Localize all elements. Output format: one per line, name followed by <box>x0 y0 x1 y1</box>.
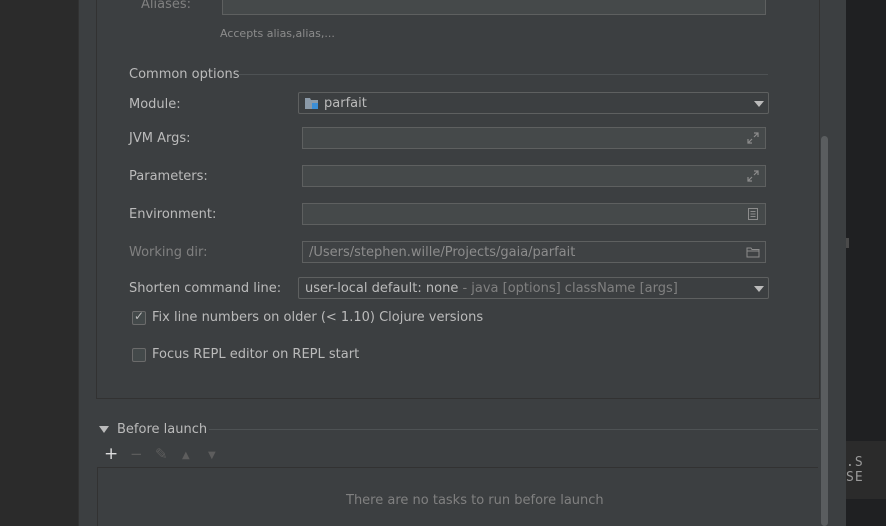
fix-line-numbers-label[interactable]: Fix line numbers on older (< 1.10) Cloju… <box>152 310 483 325</box>
move-up-icon[interactable]: ▲ <box>182 447 190 465</box>
parameters-field[interactable] <box>302 165 766 187</box>
scrollbar-thumb[interactable] <box>821 136 828 526</box>
before-launch-divider <box>209 429 818 430</box>
collapse-arrow-icon[interactable] <box>99 426 109 434</box>
working-dir-label: Working dir: <box>129 245 208 260</box>
before-launch-toolbar: + − ✎ ▲ ▼ <box>97 442 818 468</box>
checkmark-icon: ✓ <box>134 309 145 323</box>
focus-repl-checkbox[interactable] <box>132 348 146 362</box>
common-options-title: Common options <box>129 67 240 82</box>
remove-icon[interactable]: − <box>130 445 143 463</box>
expand-icon[interactable] <box>746 131 760 145</box>
before-launch-title: Before launch <box>117 422 208 437</box>
fix-line-numbers-checkbox[interactable]: ✓ <box>132 309 146 325</box>
aliases-field[interactable] <box>222 0 766 15</box>
background-editor-text: .S SE <box>846 455 864 485</box>
module-label: Module: <box>129 97 181 112</box>
working-dir-field[interactable]: /Users/stephen.wille/Projects/gaia/parfa… <box>302 241 766 263</box>
background-editor-marker <box>846 238 849 248</box>
document-icon[interactable] <box>746 207 760 221</box>
before-launch-task-list[interactable]: There are no tasks to run before launch <box>97 468 819 526</box>
move-down-icon[interactable]: ▼ <box>208 447 216 465</box>
working-dir-value: /Users/stephen.wille/Projects/gaia/parfa… <box>309 245 576 260</box>
configuration-panel <box>96 0 820 399</box>
edit-icon[interactable]: ✎ <box>155 445 168 463</box>
focus-repl-label[interactable]: Focus REPL editor on REPL start <box>152 347 359 362</box>
vertical-scrollbar[interactable] <box>819 0 831 526</box>
jvm-args-field[interactable] <box>302 127 766 149</box>
parameters-label: Parameters: <box>129 169 208 184</box>
jvm-args-label: JVM Args: <box>129 131 191 146</box>
module-folder-icon <box>305 98 318 109</box>
folder-icon[interactable] <box>746 245 760 259</box>
expand-icon[interactable] <box>746 169 760 183</box>
aliases-hint: Accepts alias,alias,... <box>220 27 335 40</box>
shorten-cmd-select[interactable]: user-local default: none - java [options… <box>298 277 769 299</box>
module-value: parfait <box>324 96 367 111</box>
aliases-label: Aliases: <box>141 0 192 12</box>
chevron-down-icon <box>754 101 764 107</box>
shorten-cmd-label: Shorten command line: <box>129 281 282 296</box>
empty-tasks-text: There are no tasks to run before launch <box>346 493 604 508</box>
chevron-down-icon <box>754 286 764 292</box>
module-select[interactable]: parfait <box>298 92 769 114</box>
add-icon[interactable]: + <box>104 445 118 463</box>
shorten-cmd-value: user-local default: none - java [options… <box>305 281 678 296</box>
common-options-divider <box>238 74 768 75</box>
environment-label: Environment: <box>129 207 217 222</box>
background-left-strip <box>0 0 79 526</box>
environment-field[interactable] <box>302 203 766 225</box>
